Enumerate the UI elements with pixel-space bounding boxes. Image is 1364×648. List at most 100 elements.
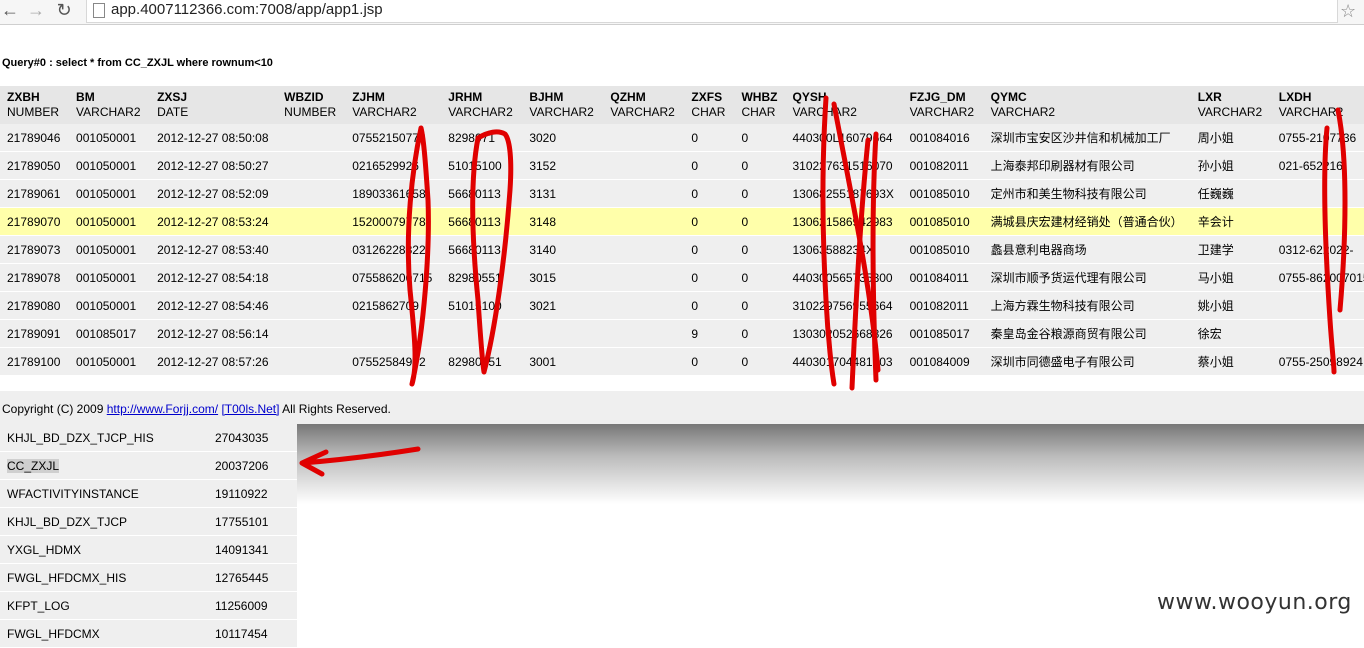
table-cell: 上海泰邦印刷器材有限公司: [983, 151, 1191, 180]
table-cell: 马小姐: [1190, 263, 1272, 292]
table-cell: 07552150776: [345, 124, 442, 152]
table-row[interactable]: 21789091 001085017 2012-12-27 08:56:14 9 0 13…: [0, 319, 1364, 348]
list-item[interactable]: YXGL_HDMX 14091341: [0, 535, 297, 564]
table-cell: 075586200715: [345, 263, 442, 292]
table-cell: 9: [684, 319, 735, 348]
column-type: CHAR: [691, 105, 726, 119]
column-name: LXDH: [1278, 90, 1312, 104]
table-name-text: KHJL_BD_DZX_TJCP_HIS: [7, 430, 154, 445]
table-cell: 2012-12-27 08:57:26: [150, 347, 278, 376]
table-cell: 3020: [522, 124, 604, 152]
table-cell: 3001: [522, 347, 604, 376]
table-cell: 深圳市同德盛电子有限公司: [983, 347, 1191, 376]
table-cell: 15200079778: [345, 207, 442, 236]
table-cell: 0: [734, 207, 786, 236]
table-cell: 任巍巍: [1190, 179, 1272, 208]
table-cell: 0: [734, 347, 786, 376]
url-text[interactable]: app.4007112366.com:7008/app/app1.jsp: [111, 1, 383, 18]
result-table: ZXBH NUMBER BM VARCHAR2 ZXSJ DATE WBZID NUMBER Z…: [0, 86, 1364, 376]
table-cell: 001050001: [69, 151, 151, 180]
table-cell: 0: [684, 235, 735, 264]
table-cell: 0755-862007015-: [1271, 263, 1364, 292]
list-item[interactable]: WFACTIVITYINSTANCE 19110922: [0, 479, 297, 508]
table-cell: 蔡小姐: [1190, 347, 1272, 376]
table-cell: [603, 151, 685, 180]
table-cell: 徐宏: [1190, 319, 1272, 348]
table-row[interactable]: 21789070 001050001 2012-12-27 08:53:24 1520…: [0, 207, 1364, 236]
table-cell: 21789050: [0, 151, 70, 180]
table-cell: 21789070: [0, 207, 70, 236]
table-cell: [603, 124, 685, 152]
table-cell: 2012-12-27 08:56:14: [150, 319, 278, 348]
table-cell: 上海方霖生物科技有限公司: [983, 291, 1191, 320]
table-row[interactable]: 21789078 001050001 2012-12-27 08:54:18 0755…: [0, 263, 1364, 292]
watermark: www.wooyun.org: [1157, 590, 1352, 615]
table-cell: 2012-12-27 08:50:27: [150, 151, 278, 180]
table-cell: [277, 347, 346, 376]
table-cell: 001085010: [902, 235, 984, 264]
list-item[interactable]: KHJL_BD_DZX_TJCP 17755101: [0, 507, 297, 536]
forjj-link[interactable]: http://www.Forjj.com/: [107, 402, 218, 416]
list-item[interactable]: FWGL_HFDCMX_HIS 12765445: [0, 563, 297, 592]
table-cell: 3131: [522, 179, 604, 208]
table-cell: 3152: [522, 151, 604, 180]
list-item[interactable]: FWGL_HFDCMX 10117454: [0, 619, 297, 648]
table-name: WFACTIVITYINSTANCE: [0, 479, 208, 508]
table-cell: [1271, 179, 1364, 208]
table-cell: [603, 179, 685, 208]
table-row[interactable]: 21789073 001050001 2012-12-27 08:53:40 0312…: [0, 235, 1364, 264]
column-name: QZHM: [610, 90, 646, 104]
column-header-lxr: LXR VARCHAR2: [1190, 86, 1272, 124]
table-cell: 07552584992: [345, 347, 442, 376]
row-count: 14091341: [208, 535, 297, 564]
table-cell: 001050001: [69, 124, 151, 152]
row-count: 17755101: [208, 507, 297, 536]
t00ls-link[interactable]: [T00ls.Net]: [221, 402, 279, 416]
table-cell: 2012-12-27 08:53:40: [150, 235, 278, 264]
table-cell: 0: [734, 235, 786, 264]
address-bar[interactable]: app.4007112366.com:7008/app/app1.jsp: [86, 0, 1338, 23]
rights-text: All Rights Reserved.: [282, 402, 391, 416]
table-cell: 3015: [522, 263, 604, 292]
table-cell: 021-652216-: [1271, 151, 1364, 180]
row-count: 27043035: [208, 424, 297, 452]
table-cell: 82980551: [441, 263, 523, 292]
table-cell: [603, 235, 685, 264]
table-cell: 001050001: [69, 291, 151, 320]
table-cell: 姚小姐: [1190, 291, 1272, 320]
table-row[interactable]: 21789046 001050001 2012-12-27 08:50:08 0755…: [0, 124, 1364, 152]
table-row[interactable]: 21789100 001050001 2012-12-27 08:57:26 0755…: [0, 347, 1364, 376]
table-cell: 蠡县意利电器商场: [983, 235, 1191, 264]
reload-icon[interactable]: ↻: [54, 0, 74, 22]
table-cell: 2012-12-27 08:54:46: [150, 291, 278, 320]
table-name-text: WFACTIVITYINSTANCE: [7, 486, 139, 501]
table-name-text: KFPT_LOG: [7, 598, 70, 613]
row-count: 10117454: [208, 619, 297, 648]
table-cell: [1271, 319, 1364, 348]
list-item[interactable]: KFPT_LOG 11256009: [0, 591, 297, 620]
table-cell: 56680113: [441, 235, 523, 264]
table-name-text: FWGL_HFDCMX: [7, 626, 100, 641]
forward-arrow-icon[interactable]: →: [26, 0, 46, 22]
table-cell: 卫建学: [1190, 235, 1272, 264]
table-cell: 440300565735300: [785, 263, 903, 292]
table-row[interactable]: 21789050 001050001 2012-12-27 08:50:27 0216…: [0, 151, 1364, 180]
table-cell: 001085010: [902, 179, 984, 208]
table-cell: 21789091: [0, 319, 70, 348]
column-type: VARCHAR2: [448, 105, 513, 119]
list-item[interactable]: KHJL_BD_DZX_TJCP_HIS 27043035: [0, 424, 297, 452]
column-header-zjhm: ZJHM VARCHAR2: [345, 86, 442, 124]
back-arrow-icon[interactable]: ←: [0, 0, 20, 22]
star-icon[interactable]: ☆: [1340, 0, 1356, 22]
table-cell: [1271, 291, 1364, 320]
list-item[interactable]: CC_ZXJL 20037206: [0, 451, 297, 480]
column-type: VARCHAR2: [909, 105, 975, 119]
table-cell: 定州市和美生物科技有限公司: [983, 179, 1191, 208]
table-row[interactable]: 21789061 001050001 2012-12-27 08:52:09 1890…: [0, 179, 1364, 208]
table-cell: 0: [734, 124, 786, 152]
table-cell: [277, 207, 346, 236]
table-cell: [277, 151, 346, 180]
table-cell: 0: [684, 124, 735, 152]
table-cell: 51015100: [441, 291, 523, 320]
table-row[interactable]: 21789080 001050001 2012-12-27 08:54:46 0215…: [0, 291, 1364, 320]
